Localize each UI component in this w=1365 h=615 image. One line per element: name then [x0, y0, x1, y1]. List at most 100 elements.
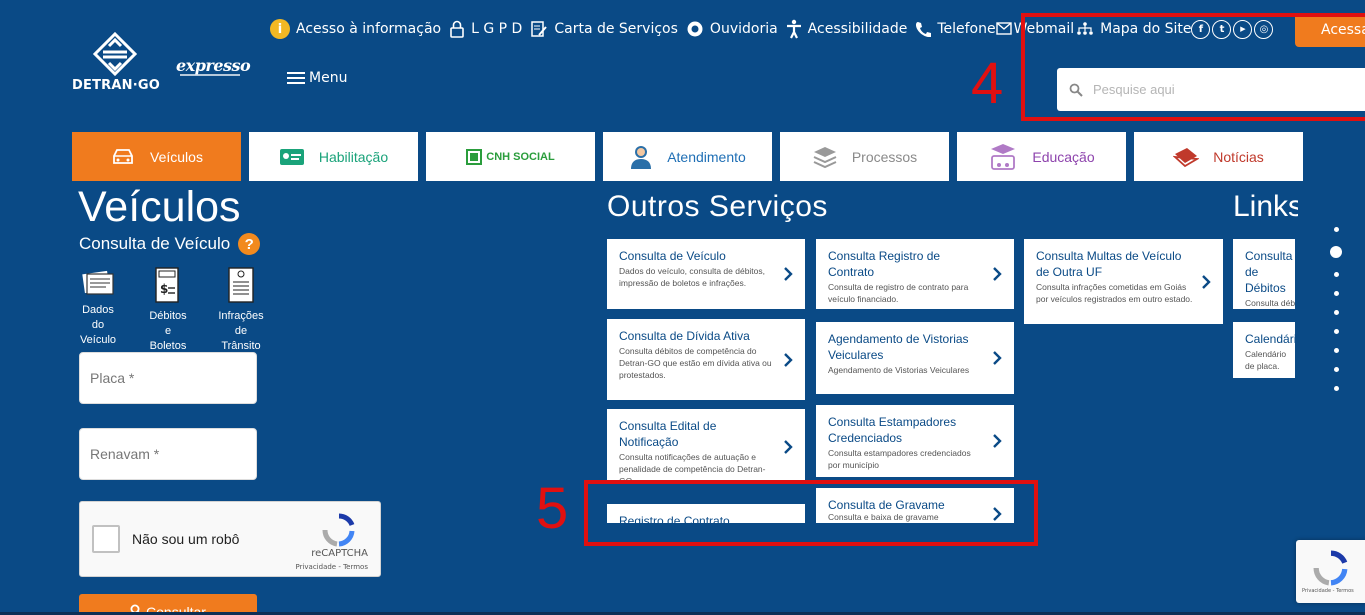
option-line: e: [164, 325, 172, 337]
link-card-calendario[interactable]: Calendário Calendário de placa.: [1233, 322, 1295, 378]
logo-text: DETRAN·GO: [72, 78, 160, 93]
card-description: Calendário de placa.: [1245, 349, 1287, 371]
tab-label: Notícias: [1213, 148, 1264, 165]
category-tabs: Veículos Habilitação CNH SOCIAL Atendime…: [72, 132, 1303, 181]
card-description: Consulta infrações cometidas em Goiás po…: [1036, 282, 1193, 304]
option-dados-veiculo[interactable]: Dados do Veículo: [76, 266, 120, 348]
card-description: Dados do veículo, consulta de débitos, i…: [619, 266, 766, 288]
card-title: Agendamento de Vistorias Veiculares: [828, 332, 969, 362]
card-title: Consulta de Veículo: [619, 249, 726, 263]
card-title: Consulta Estampadores Credenciados: [828, 415, 957, 445]
tab-processos[interactable]: Processos: [780, 132, 949, 181]
card-description: Consulta estampadores credenciados por m…: [828, 448, 971, 470]
card-title: Consulta Multas de Veículo de Outra UF: [1036, 249, 1182, 279]
tab-habilitacao[interactable]: Habilitação: [249, 132, 418, 181]
carousel-dot-active[interactable]: [1330, 246, 1342, 258]
newspaper-icon: [1173, 147, 1200, 167]
phone-icon: [916, 22, 932, 37]
education-icon: [991, 143, 1016, 170]
consulta-veiculo-subtitle: Consulta de Veículo ?: [79, 233, 261, 255]
option-line: Dados: [82, 304, 114, 316]
veiculos-heading: Veículos: [78, 183, 241, 231]
option-line: Débitos: [149, 310, 187, 322]
expresso-underline: [180, 74, 240, 76]
carousel-pagination: [1330, 220, 1342, 398]
nav-lgpd[interactable]: L G P D: [449, 20, 522, 38]
option-line: Infrações: [218, 310, 264, 322]
recaptcha-label: Não sou um robô: [132, 531, 240, 547]
recaptcha-icon: [322, 513, 355, 547]
stack-icon: [813, 146, 837, 168]
card-description: Consulta débitos de competência do Detra…: [619, 346, 772, 380]
info-icon: i: [270, 19, 290, 39]
nav-label: Carta de Serviços: [554, 21, 678, 37]
accessibility-icon: [786, 19, 801, 39]
renavam-input[interactable]: [80, 429, 256, 479]
tab-educacao[interactable]: Educação: [957, 132, 1126, 181]
links-heading: Links: [1233, 190, 1298, 223]
card-description: Consulta débitos veículo: [1245, 298, 1295, 308]
service-card-agendamento-vistorias[interactable]: Agendamento de Vistorias Veiculares Agen…: [816, 322, 1014, 394]
card-title: Calendário: [1245, 332, 1295, 346]
tab-label: Processos: [851, 148, 918, 165]
nav-ouvidoria[interactable]: Ouvidoria: [686, 20, 778, 38]
service-card-edital-notificacao[interactable]: Consulta Edital de Notificação Consulta …: [607, 409, 805, 484]
detran-logo-icon: [93, 32, 137, 76]
nav-label: Acessibilidade: [807, 21, 908, 37]
option-debitos-boletos[interactable]: $ Débitos e Boletos: [144, 266, 192, 354]
bill-icon: $: [155, 267, 179, 303]
carousel-dot[interactable]: [1333, 348, 1339, 353]
carousel-dot[interactable]: [1333, 367, 1339, 372]
tab-noticias[interactable]: Notícias: [1134, 132, 1303, 181]
tab-cnh-social[interactable]: CNH SOCIAL: [426, 132, 595, 181]
menu-button[interactable]: Menu: [287, 70, 347, 86]
carousel-dot[interactable]: [1333, 227, 1339, 232]
card-title: Consulta Registro de Contrato: [828, 249, 941, 279]
expresso-logo[interactable]: expresso: [176, 56, 251, 75]
document-edit-icon: [531, 21, 548, 37]
service-card-estampadores[interactable]: Consulta Estampadores Credenciados Consu…: [816, 405, 1014, 477]
recaptcha-links[interactable]: Privacidade - Termos: [295, 563, 368, 571]
nav-label: Acesso à informação: [296, 21, 442, 37]
option-infracoes-transito[interactable]: Infrações de Trânsito: [214, 266, 268, 354]
chevron-right-icon: [1202, 274, 1211, 289]
recaptcha-badge-links[interactable]: Privacidade - Termos: [1302, 588, 1354, 594]
link-card-consulta-debitos[interactable]: Consulta de Débitos Consulta débitos veí…: [1233, 239, 1295, 309]
carousel-dot[interactable]: [1333, 386, 1339, 391]
carousel-dot[interactable]: [1333, 310, 1339, 315]
tab-label: Atendimento: [667, 148, 746, 165]
nav-label: Telefone: [937, 21, 996, 37]
outros-servicos-heading: Outros Serviços: [607, 190, 828, 223]
service-card-consulta-veiculo[interactable]: Consulta de Veículo Dados do veículo, co…: [607, 239, 805, 309]
chat-bubble-icon: [687, 21, 703, 37]
placa-field: [79, 352, 257, 404]
nav-acessibilidade[interactable]: Acessibilidade: [786, 19, 908, 39]
nav-carta-servicos[interactable]: Carta de Serviços: [530, 20, 678, 38]
annotation-number-4: 4: [971, 51, 1004, 116]
tab-atendimento[interactable]: Atendimento: [603, 132, 772, 181]
nav-label: L G P D: [471, 21, 523, 37]
service-card-multas-outra-uf[interactable]: Consulta Multas de Veículo de Outra UF C…: [1024, 239, 1223, 324]
option-line: de: [234, 325, 248, 337]
envelope-icon: [995, 22, 1012, 35]
help-icon[interactable]: ?: [238, 233, 261, 255]
service-card-divida-ativa[interactable]: Consulta de Dívida Ativa Consulta débito…: [607, 319, 805, 400]
chevron-right-icon: [784, 439, 793, 454]
tab-veiculos[interactable]: Veículos: [72, 132, 241, 181]
lock-icon: [450, 20, 464, 38]
recaptcha-checkbox[interactable]: [92, 525, 120, 553]
annotation-number-5: 5: [536, 476, 569, 541]
card-description: Agendamento de Vistorias Veiculares: [828, 365, 970, 375]
carousel-dot[interactable]: [1333, 329, 1339, 334]
carousel-dot[interactable]: [1333, 291, 1339, 296]
carousel-dot[interactable]: [1333, 272, 1339, 277]
recaptcha-badge[interactable]: Privacidade - Termos: [1296, 540, 1365, 603]
service-card-registro-contrato-consulta[interactable]: Consulta Registro de Contrato Consulta d…: [816, 239, 1014, 309]
annotation-box-5: [584, 480, 1038, 546]
chevron-right-icon: [784, 267, 793, 281]
placa-input[interactable]: [80, 353, 256, 403]
subtitle-text: Consulta de Veículo: [79, 234, 231, 253]
chevron-right-icon: [993, 351, 1002, 365]
nav-telefone[interactable]: Telefone: [915, 21, 996, 37]
nav-acesso-informacao[interactable]: i Acesso à informação: [270, 19, 441, 39]
